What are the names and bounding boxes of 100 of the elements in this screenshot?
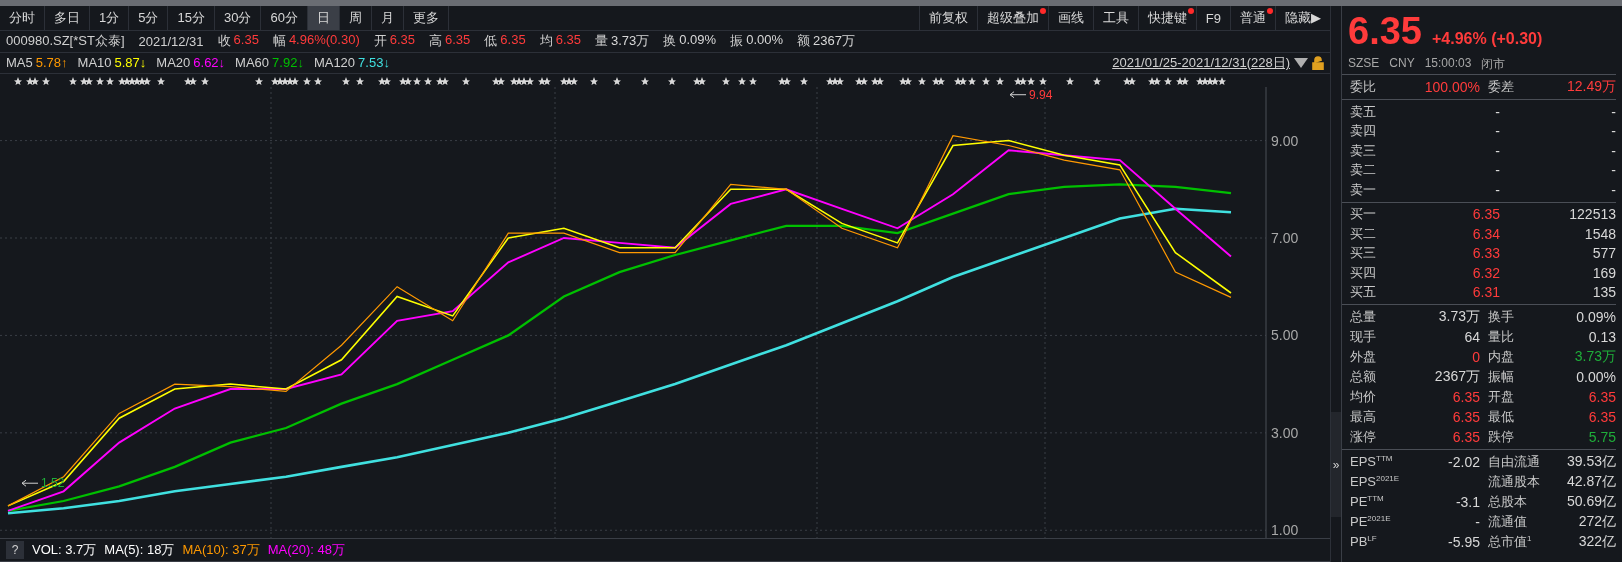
market-info: 15:00:03 <box>1424 56 1472 72</box>
field-value: 100.00% <box>1424 79 1480 95</box>
quote-label: 均 <box>539 32 553 51</box>
period-tab[interactable]: 更多 <box>403 6 449 30</box>
period-tab[interactable]: 月 <box>371 6 404 30</box>
ma-label: MA10 <box>77 55 112 71</box>
market-info: CNY <box>1389 56 1415 72</box>
order-volume: - <box>1611 103 1616 120</box>
price-change: +4.96% (+0.30) <box>1431 30 1543 48</box>
period-tab[interactable]: 1分 <box>90 6 130 30</box>
field-label: 振幅 <box>1487 368 1515 386</box>
field-value: 3.73万 <box>1574 348 1616 366</box>
period-tab[interactable]: 日 <box>307 6 340 30</box>
ma-value: 6.62↓ <box>193 55 226 71</box>
order-level-label: 卖三 <box>1349 141 1377 160</box>
order-price: 6.34 <box>1472 225 1500 242</box>
field-value: 6.35 <box>1452 409 1480 425</box>
period-tab[interactable]: 60分 <box>261 6 308 30</box>
quote-value: 6.35 <box>555 32 581 50</box>
order-volume: 1548 <box>1584 225 1616 242</box>
field-value: 12.49万 <box>1566 78 1616 96</box>
quote-label: 量 <box>594 32 608 51</box>
quote-value: 2367万 <box>813 32 855 51</box>
quote-label: 振 <box>730 32 744 51</box>
quote-value: 0.09% <box>679 32 717 50</box>
help-button[interactable]: ? <box>6 541 24 560</box>
order-volume: 169 <box>1592 264 1616 281</box>
order-level-label: 买一 <box>1349 205 1377 224</box>
toolbar-button[interactable]: 超级叠加 <box>976 6 1048 30</box>
quote-label: 低 <box>484 32 498 51</box>
order-price: - <box>1495 123 1500 140</box>
field-label: 最高 <box>1349 408 1377 426</box>
quote-label: 换 <box>663 32 677 51</box>
field-label: 均价 <box>1349 388 1377 406</box>
period-tab[interactable]: 5分 <box>129 6 169 30</box>
toolbar-button[interactable]: 工具 <box>1092 6 1138 30</box>
y-tick-label: 1.00 <box>1271 522 1299 539</box>
y-tick-label: 9.00 <box>1271 132 1299 149</box>
field-label: 量比 <box>1487 328 1515 346</box>
field-value: 0.13 <box>1588 329 1616 345</box>
toolbar-button[interactable]: 普通 <box>1230 6 1275 30</box>
period-tab[interactable]: 周 <box>339 6 372 30</box>
order-level-label: 卖四 <box>1349 122 1377 141</box>
y-tick-label: 3.00 <box>1271 424 1299 441</box>
toolbar-button[interactable]: 画线 <box>1047 6 1093 30</box>
order-volume: - <box>1611 142 1616 159</box>
field-label: 总股本 <box>1487 493 1528 511</box>
field-value: 5.75 <box>1588 429 1616 445</box>
order-price: 6.35 <box>1472 206 1500 223</box>
field-value: 42.87亿 <box>1566 473 1616 491</box>
order-volume: 577 <box>1592 245 1616 262</box>
quote-label: 收 <box>217 32 231 51</box>
quote-label: 幅 <box>272 32 286 51</box>
field-value: 2367万 <box>1434 368 1480 386</box>
order-price: - <box>1495 142 1500 159</box>
volume-legend: MA(5): 18万 <box>104 541 175 560</box>
field-value: 3.73万 <box>1438 308 1480 326</box>
period-tab[interactable]: 分时 <box>0 6 45 30</box>
ma-label: MA60 <box>235 55 270 71</box>
toolbar-button[interactable]: 前复权 <box>918 6 977 30</box>
y-tick-label: 7.00 <box>1271 229 1299 246</box>
quote-label: 额 <box>797 32 811 51</box>
market-info: 闭市 <box>1481 56 1506 73</box>
toolbar-button[interactable]: 快捷键 <box>1137 6 1196 30</box>
field-value: -3.1 <box>1455 494 1480 510</box>
field-value: 0.00% <box>1576 369 1616 385</box>
field-value: 272亿 <box>1578 513 1616 531</box>
order-price: - <box>1495 162 1500 179</box>
collapse-button[interactable]: » <box>1331 412 1341 517</box>
field-value: -5.95 <box>1448 534 1480 550</box>
order-level-label: 买四 <box>1349 263 1377 282</box>
field-label: 自由流通 <box>1487 453 1541 471</box>
order-price: 6.33 <box>1472 245 1500 262</box>
quote-value: 6.35 <box>389 32 416 50</box>
order-level-label: 买五 <box>1349 283 1377 302</box>
toolbar-button[interactable]: F9 <box>1195 6 1230 30</box>
period-tab[interactable]: 多日 <box>45 6 90 30</box>
order-level-label: 买二 <box>1349 224 1377 243</box>
field-value: 6.35 <box>1452 429 1480 445</box>
field-value: 0 <box>1472 349 1480 365</box>
field-value: - <box>1475 514 1480 530</box>
quote-label: 高 <box>429 32 443 51</box>
field-label: 委比 <box>1349 78 1377 96</box>
order-volume: - <box>1611 123 1616 140</box>
field-label: 总市值$^{1}$ <box>1487 533 1533 551</box>
field-value: 39.53亿 <box>1566 453 1616 471</box>
field-label: 总额 <box>1349 368 1377 386</box>
period-tab[interactable]: 15分 <box>168 6 215 30</box>
quote-value: 6.35 <box>500 32 526 50</box>
field-label: 流通值 <box>1487 513 1528 531</box>
ma-value: 7.53↓ <box>358 55 390 71</box>
date-range-link[interactable]: 2021/01/25-2021/12/31(228日) <box>1112 53 1290 72</box>
toolbar-button[interactable]: 隐藏▶ <box>1275 6 1330 30</box>
field-label: EPS$^{TTM}$ <box>1349 453 1394 471</box>
period-tab[interactable]: 30分 <box>214 6 262 30</box>
field-label: 开盘 <box>1487 388 1515 406</box>
field-label: 最低 <box>1487 408 1515 426</box>
field-label: 跌停 <box>1487 428 1515 446</box>
field-label: EPS$^{2021E}$ <box>1349 473 1400 491</box>
ma-label: MA5 <box>6 55 33 71</box>
